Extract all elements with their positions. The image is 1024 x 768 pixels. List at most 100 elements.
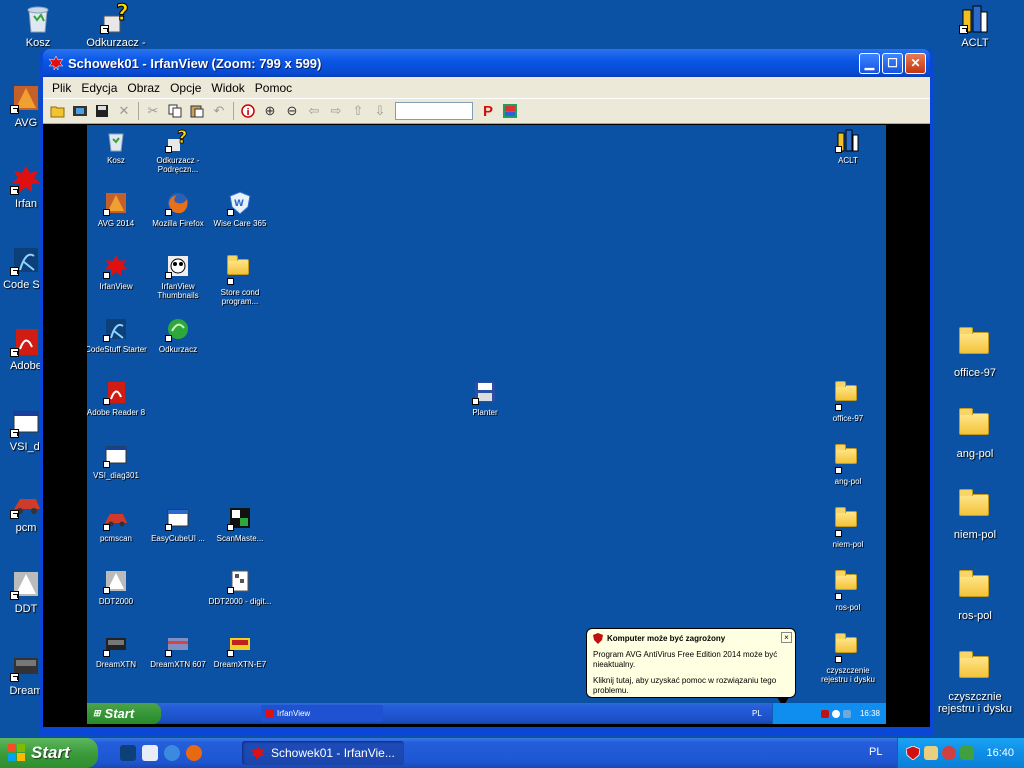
folder-icon bbox=[835, 633, 861, 663]
info-button[interactable]: i bbox=[237, 100, 259, 122]
desktop-folder-ros-pol[interactable]: ros-pol bbox=[935, 569, 1015, 622]
ddt-icon bbox=[103, 568, 129, 594]
avg-warning-balloon[interactable]: Komputer może być zagrożony × Program AV… bbox=[586, 628, 796, 707]
menu-edycja[interactable]: Edycja bbox=[76, 81, 122, 95]
zoom-in-button[interactable]: ⊕ bbox=[259, 100, 281, 122]
desktop-folder-office-97[interactable]: office-97 bbox=[935, 326, 1015, 379]
desktop-icon-aclt[interactable]: ACLT bbox=[935, 2, 1015, 49]
inner-desktop-icon: Planter bbox=[452, 379, 518, 417]
firefox-quick-icon[interactable] bbox=[186, 745, 202, 761]
previous-button[interactable]: ⇦ bbox=[303, 100, 325, 122]
info-tray-icon bbox=[831, 709, 840, 718]
inner-tray: 16:38 bbox=[772, 703, 886, 724]
inner-desktop-icon: DDT2000 - digit... bbox=[207, 568, 273, 606]
zoom-field[interactable] bbox=[395, 102, 473, 120]
last-button[interactable]: ⇩ bbox=[369, 100, 391, 122]
slideshow-button[interactable] bbox=[69, 100, 91, 122]
inner-desktop-icon-label: Kosz bbox=[107, 156, 125, 165]
desktop-icon-label: ros-pol bbox=[958, 610, 992, 622]
desktop-icon-cleaner[interactable]: ? Odkurzacz - bbox=[76, 1, 156, 50]
inner-desktop-icon: office-97 bbox=[815, 379, 881, 423]
copy-button[interactable] bbox=[164, 100, 186, 122]
inner-desktop-icon: Kosz bbox=[87, 127, 149, 165]
inner-desktop-icon: niem-pol bbox=[815, 505, 881, 549]
paste-button[interactable] bbox=[186, 100, 208, 122]
save-button[interactable] bbox=[91, 100, 113, 122]
undo-button[interactable]: ↶ bbox=[208, 100, 230, 122]
inner-desktop-icon-label: office-97 bbox=[832, 414, 864, 423]
image-canvas[interactable]: Kosz? Odkurzacz - Podręczn... ACLT AVG 2014… bbox=[43, 124, 930, 727]
folder-icon bbox=[835, 381, 861, 411]
arrow-right-icon: ⇨ bbox=[330, 103, 342, 118]
menu-obraz[interactable]: Obraz bbox=[122, 81, 165, 95]
inner-desktop-icon-label: EasyCubeUI ... bbox=[151, 534, 205, 543]
ie-quick-icon[interactable] bbox=[164, 745, 180, 761]
folder-icon bbox=[959, 408, 991, 445]
adobe-reader-icon bbox=[10, 325, 42, 357]
cut-button[interactable]: ✂ bbox=[142, 100, 164, 122]
irfanview-window: Schowek01 - IrfanView (Zoom: 799 x 599) … bbox=[40, 49, 933, 735]
next-button[interactable]: ⇨ bbox=[325, 100, 347, 122]
inner-taskbar: ⊞ Start IrfanView PL 16:38 bbox=[87, 703, 886, 724]
zoom-out-button[interactable]: ⊖ bbox=[281, 100, 303, 122]
desktop-folder-czyszcznie[interactable]: czyszcznie rejestru i dysku bbox=[935, 650, 1015, 715]
desktop-folder-niem-pol[interactable]: niem-pol bbox=[935, 488, 1015, 541]
inner-desktop-icon-label: Planter bbox=[472, 408, 498, 417]
inner-desktop-icon: W Wise Care 365 bbox=[207, 190, 273, 228]
inner-desktop-icon: AVG 2014 bbox=[87, 190, 149, 228]
recycle-bin-icon bbox=[22, 2, 54, 34]
menu-pomoc[interactable]: Pomoc bbox=[250, 81, 297, 95]
inner-desktop-icon-label: czyszczenie rejestru i dysku bbox=[821, 666, 875, 684]
inner-task-button: IrfanView bbox=[261, 705, 383, 722]
toolbar-separator bbox=[138, 102, 139, 120]
maximize-button[interactable]: ☐ bbox=[882, 52, 903, 74]
desktop-folder-ang-pol[interactable]: ang-pol bbox=[935, 407, 1015, 460]
language-indicator[interactable]: PL bbox=[869, 746, 882, 758]
thumbnails-icon bbox=[503, 104, 517, 118]
desktop-icon-label: ACLT bbox=[961, 37, 989, 49]
menu-plik[interactable]: Plik bbox=[47, 81, 76, 95]
menu-opcje[interactable]: Opcje bbox=[165, 81, 206, 95]
paint-button[interactable]: P bbox=[477, 100, 499, 122]
thumbnails-button[interactable] bbox=[499, 100, 521, 122]
paint-p-icon: P bbox=[482, 102, 493, 120]
scissors-icon: ✂ bbox=[147, 103, 159, 118]
close-button[interactable]: ✕ bbox=[905, 52, 926, 74]
start-button[interactable]: Start bbox=[0, 738, 98, 768]
wise-care-quick-icon[interactable] bbox=[142, 745, 158, 761]
inner-desktop-icon: Adobe Reader 8 bbox=[87, 379, 149, 417]
odkurzacz-icon bbox=[165, 316, 191, 342]
inner-desktop-icon-label: Adobe Reader 8 bbox=[87, 408, 146, 417]
minimize-button[interactable]: ▁ bbox=[859, 52, 880, 74]
clock-text: 16:38 bbox=[859, 709, 880, 718]
balloon-close-button[interactable]: × bbox=[781, 632, 792, 643]
update-icon[interactable] bbox=[960, 746, 974, 760]
window-titlebar[interactable]: Schowek01 - IrfanView (Zoom: 799 x 599) … bbox=[43, 49, 930, 77]
irfan-icon bbox=[103, 253, 129, 279]
inner-desktop-icon: Store cond program... bbox=[207, 253, 273, 306]
menu-widok[interactable]: Widok bbox=[206, 81, 249, 95]
folder-icon bbox=[227, 255, 253, 285]
taskbar-button-irfanview[interactable]: Schowek01 - IrfanVie... bbox=[242, 741, 404, 765]
balloon-line-2: Kliknij tutaj, aby uzyskać pomoc w rozwi… bbox=[593, 676, 777, 695]
avg-tray-icon bbox=[820, 709, 829, 718]
inner-desktop-icon-label: DreamXTN-E7 bbox=[213, 660, 267, 669]
avg-icon bbox=[10, 82, 42, 114]
svg-text:?: ? bbox=[116, 2, 129, 26]
first-button[interactable]: ⇧ bbox=[347, 100, 369, 122]
network-icon[interactable] bbox=[924, 746, 938, 760]
irfanview-small-icon bbox=[265, 709, 274, 718]
codestuff-quick-icon[interactable] bbox=[120, 745, 136, 761]
task-label: Schowek01 - IrfanVie... bbox=[271, 746, 395, 760]
folder-icon bbox=[959, 651, 991, 688]
inner-desktop-icon: Odkurzacz bbox=[145, 316, 211, 354]
delete-button[interactable]: ✕ bbox=[113, 100, 135, 122]
inner-desktop-icon-label: IrfanView bbox=[99, 282, 133, 291]
inner-desktop-icon-label: pcmscan bbox=[99, 534, 132, 543]
floppy-icon bbox=[472, 379, 498, 405]
recycle-icon bbox=[103, 127, 129, 153]
open-button[interactable] bbox=[47, 100, 69, 122]
irfanview-app-icon bbox=[48, 55, 64, 71]
desktop-icon-recycle-bin[interactable]: Kosz bbox=[0, 2, 78, 49]
security-icon[interactable] bbox=[942, 746, 956, 760]
